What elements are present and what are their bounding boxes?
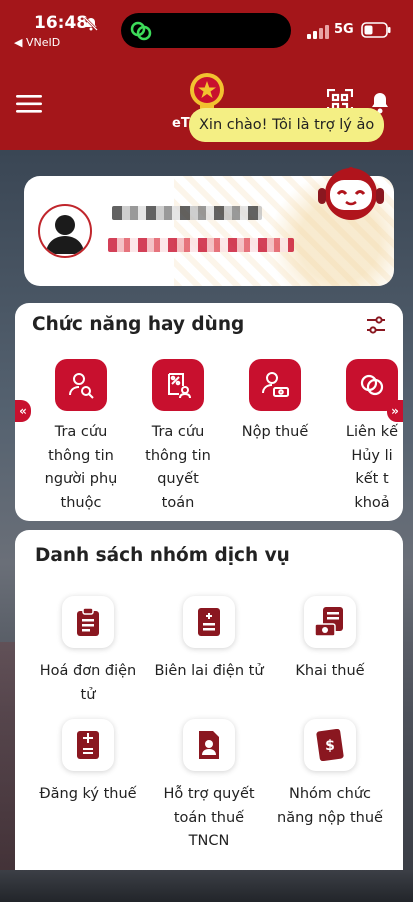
bottom-area [0, 870, 413, 902]
user-money-icon [249, 359, 301, 411]
func-tra-cuu-quyet-toan[interactable]: Tra cứu thông tin quyết toán [134, 359, 222, 515]
brand-name: eT [172, 116, 190, 131]
dynamic-island [121, 13, 291, 48]
svc-label: Hỗ trợ quyết toán thuế TNCN [163, 786, 255, 849]
section-title: Danh sách nhóm dịch vụ [35, 545, 290, 566]
service-groups-card: Danh sách nhóm dịch vụ Hoá đơn điện tử B… [15, 530, 403, 870]
svc-label: Hoá đơn điện tử [39, 663, 137, 703]
signal-icon [307, 24, 329, 43]
back-to-app-link[interactable]: ◀ VNeID [14, 36, 60, 49]
section-title: Chức năng hay dùng [32, 314, 245, 335]
func-lien-ket-tai-khoan[interactable]: Liên kế Hủy li kết t khoả [328, 359, 403, 515]
svc-label: Biên lai điện tử [154, 663, 264, 679]
money-doc-icon: $ [304, 719, 356, 771]
assistant-greeting-bubble[interactable]: Xin chào! Tôi là trợ lý ảo [189, 108, 385, 142]
func-label: Tra cứu thông tin quyết toán [145, 424, 211, 511]
receipt-icon [183, 596, 235, 648]
status-time: 16:48 [34, 13, 89, 33]
scroll-right-button[interactable]: » [387, 400, 403, 422]
battery-icon [361, 22, 391, 42]
svg-text:$: $ [325, 738, 335, 754]
func-label: Tra cứu thông tin người phụ thuộc [44, 424, 118, 511]
func-label: Liên kế Hủy li kết t khoả [345, 424, 399, 511]
svc-bien-lai-dien-tu[interactable]: Biên lai điện tử [146, 596, 272, 684]
func-label: Nộp thuế [241, 424, 309, 440]
svc-nhom-chuc-nang-nop-thue[interactable]: $ Nhóm chức năng nộp thuế [267, 719, 393, 830]
svc-khai-thue[interactable]: Khai thuế [267, 596, 393, 684]
network-type: 5G [334, 22, 354, 37]
func-tra-cuu-nguoi-phu-thuoc[interactable]: Tra cứu thông tin người phụ thuộc [37, 359, 125, 515]
tax-declare-icon [304, 596, 356, 648]
settings-sliders-icon[interactable] [366, 316, 386, 338]
document-percent-icon [152, 359, 204, 411]
svc-label: Nhóm chức năng nộp thuế [277, 786, 383, 826]
svc-dang-ky-thue[interactable]: Đăng ký thuế [25, 719, 151, 807]
link-app-icon [129, 19, 153, 47]
svc-hoa-don-dien-tu[interactable]: Hoá đơn điện tử [25, 596, 151, 707]
svc-label: Đăng ký thuế [39, 786, 137, 802]
redacted-id [108, 238, 294, 252]
svc-ho-tro-quyet-toan-tncn[interactable]: Hỗ trợ quyết toán thuế TNCN [146, 719, 272, 854]
mute-bell-icon [84, 16, 98, 35]
virtual-assistant-robot-icon[interactable] [316, 166, 386, 226]
hamburger-menu-icon[interactable] [16, 95, 42, 117]
avatar[interactable] [38, 204, 92, 258]
calculator-doc-icon [62, 719, 114, 771]
svc-label: Khai thuế [295, 663, 365, 679]
user-search-icon [55, 359, 107, 411]
redacted-name [112, 206, 262, 220]
app-header: 16:48 ◀ VNeID 5G eT Xin chào! Tôi là trợ… [0, 0, 413, 150]
func-nop-thue[interactable]: Nộp thuế [231, 359, 319, 445]
id-doc-icon [183, 719, 235, 771]
clipboard-icon [62, 596, 114, 648]
frequent-functions-card: Chức năng hay dùng Tra cứu thông tin ngư… [15, 303, 403, 521]
